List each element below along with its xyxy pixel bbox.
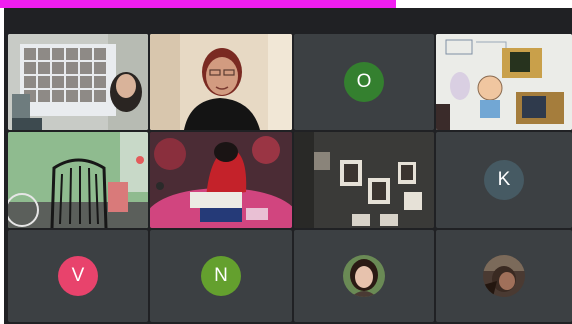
avatar-letter: O (356, 71, 372, 92)
video-tile-participant-n[interactable]: N (150, 230, 292, 322)
avatar-initial-k: K (484, 160, 524, 200)
video-tile-drawing[interactable] (436, 34, 572, 130)
avatar-initial-o: O (344, 62, 384, 102)
video-tile-profile-photo-1[interactable] (294, 230, 434, 322)
camera-feed-room-chair (8, 132, 148, 228)
camera-feed-child-at-table (150, 132, 292, 228)
video-tile-participant-o[interactable]: O (294, 34, 434, 130)
video-tile-profile-photo-2[interactable] (436, 230, 572, 322)
camera-feed-photo-wall (294, 132, 434, 228)
avatar-letter: K (497, 169, 511, 190)
video-tile-photo-grid[interactable] (8, 34, 148, 130)
video-tile-photo-wall[interactable] (294, 132, 434, 228)
avatar-initial-n: N (201, 256, 241, 296)
video-tile-child-table[interactable] (150, 132, 292, 228)
avatar-initial-v: V (58, 256, 98, 296)
video-tile-participant-k[interactable]: K (436, 132, 572, 228)
avatar-letter: N (214, 265, 228, 286)
video-tile-speaker[interactable] (150, 34, 292, 130)
profile-photo-avatar (483, 255, 525, 297)
top-banner (0, 0, 396, 8)
video-tile-room-chair[interactable] (8, 132, 148, 228)
camera-feed-woman-speaking (150, 34, 292, 130)
profile-photo-avatar (343, 255, 385, 297)
camera-feed-drawing-poster (436, 34, 572, 130)
avatar-letter: V (71, 265, 85, 286)
video-tile-participant-v[interactable]: V (8, 230, 148, 322)
video-grid: O K V N (4, 8, 572, 324)
camera-feed-child-with-photos (8, 34, 148, 130)
